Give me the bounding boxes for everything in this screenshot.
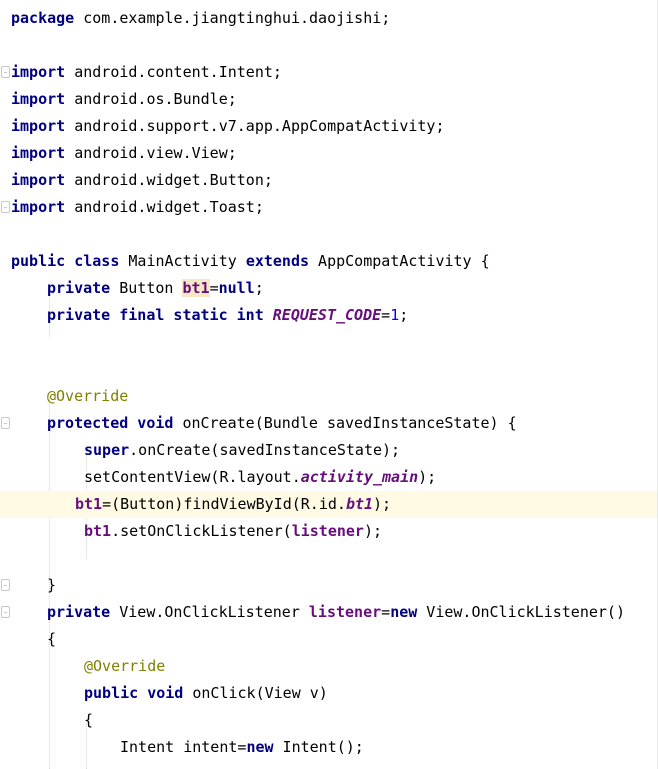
method-call-end: );	[373, 495, 392, 513]
keyword: import	[11, 63, 66, 81]
method-signature: onClick(View v)	[183, 684, 328, 702]
keyword: import	[11, 171, 66, 189]
package-name: com.example.jiangtinghui.daojishi;	[74, 9, 391, 27]
keyword: private final static int	[47, 306, 264, 324]
import-path: android.widget.Toast;	[65, 198, 264, 216]
superclass: AppCompatActivity {	[309, 252, 490, 270]
constructor-call: View.OnClickListener()	[417, 603, 625, 621]
import-path: android.os.Bundle;	[65, 90, 237, 108]
brace: {	[84, 711, 94, 729]
static-field-name: bt1	[345, 495, 374, 513]
semicolon: ;	[399, 306, 409, 324]
code-line-annotation[interactable]: @Override	[0, 653, 658, 680]
import-path: android.widget.Button;	[65, 171, 273, 189]
semicolon: ;	[254, 279, 264, 297]
method-call: setContentView(R.layout.	[84, 468, 301, 486]
constructor-call: Intent();	[273, 738, 364, 756]
variable-declaration: Intent intent=	[120, 738, 247, 756]
code-line-package[interactable]: package com.example.jiangtinghui.daojish…	[0, 5, 658, 32]
keyword: private	[47, 279, 111, 297]
code-line-class-declaration[interactable]: public class MainActivity extends AppCom…	[0, 248, 658, 275]
field-type: Button	[110, 279, 183, 297]
keyword: new	[246, 738, 274, 756]
static-field-name: REQUEST_CODE	[272, 306, 382, 324]
code-line-import[interactable]: import android.widget.Button;	[0, 167, 658, 194]
method-call: =(Button)findViewById(R.id.	[102, 495, 346, 513]
code-line-set-listener[interactable]: bt1.setOnClickListener(listener);	[0, 518, 658, 545]
code-line-find-view-current[interactable]: bt1=(Button)findViewById(R.id.bt1);	[0, 491, 658, 518]
method-signature: onCreate(Bundle savedInstanceState) {	[173, 414, 517, 432]
method-call-end: );	[363, 522, 383, 540]
brace: {	[47, 630, 57, 648]
code-line-open-brace[interactable]: {	[0, 707, 658, 734]
field-name: listener	[308, 603, 382, 621]
method-call-end: );	[418, 468, 437, 486]
import-path: android.content.Intent;	[65, 63, 282, 81]
keyword: super	[84, 441, 130, 459]
code-line-listener-declaration[interactable]: private View.OnClickListener listener=ne…	[0, 599, 658, 626]
keyword: import	[11, 198, 66, 216]
code-line-import[interactable]: import android.view.View;	[0, 140, 658, 167]
operator: =	[209, 279, 219, 297]
code-line-field-request-code[interactable]: private final static int REQUEST_CODE=1;	[0, 302, 658, 329]
import-path: android.view.View;	[65, 144, 237, 162]
code-line-set-content-view[interactable]: setContentView(R.layout.activity_main);	[0, 464, 658, 491]
annotation: @Override	[47, 387, 129, 405]
code-line-onclick-declaration[interactable]: public void onClick(View v)	[0, 680, 658, 707]
number-literal: 1	[390, 306, 400, 324]
operator: =	[381, 603, 391, 621]
code-editor[interactable]: package com.example.jiangtinghui.daojish…	[0, 0, 658, 769]
operator: =	[381, 306, 391, 324]
keyword: public class	[11, 252, 120, 270]
class-name: MainActivity	[119, 252, 246, 270]
field-name: listener	[291, 522, 364, 540]
code-line-import[interactable]: import android.os.Bundle;	[0, 86, 658, 113]
keyword: null	[218, 279, 255, 297]
code-line-oncreate-declaration[interactable]: protected void onCreate(Bundle savedInst…	[0, 410, 658, 437]
code-line-close-brace[interactable]: }	[0, 572, 658, 599]
keyword: import	[11, 144, 66, 162]
keyword: import	[11, 117, 66, 135]
annotation: @Override	[84, 657, 166, 675]
code-line-super-call[interactable]: super.onCreate(savedInstanceState);	[0, 437, 658, 464]
static-field-name: activity_main	[300, 468, 419, 486]
method-call: .onCreate(savedInstanceState);	[129, 441, 401, 459]
method-call: .setOnClickListener(	[111, 522, 292, 540]
import-path: android.support.v7.app.AppCompatActivity…	[65, 117, 445, 135]
code-line-intent[interactable]: Intent intent=new Intent();	[0, 734, 658, 761]
field-type: View.OnClickListener	[110, 603, 309, 621]
code-line-import[interactable]: import android.widget.Toast;	[0, 194, 658, 221]
keyword: public void	[84, 684, 184, 702]
keyword: private	[47, 603, 111, 621]
keyword: package	[11, 9, 75, 27]
code-line-annotation[interactable]: @Override	[0, 383, 658, 410]
code-line-import[interactable]: import android.content.Intent;	[0, 59, 658, 86]
code-line-field-bt1[interactable]: private Button bt1=null;	[0, 275, 658, 302]
keyword: protected void	[47, 414, 174, 432]
keyword: extends	[245, 252, 310, 270]
keyword: new	[390, 603, 418, 621]
brace: }	[47, 576, 57, 594]
code-line-open-brace[interactable]: {	[0, 626, 658, 653]
code-line-import[interactable]: import android.support.v7.app.AppCompatA…	[0, 113, 658, 140]
field-name: bt1	[84, 522, 112, 540]
keyword: import	[11, 90, 66, 108]
field-name: bt1	[182, 279, 210, 297]
field-name: bt1	[75, 495, 103, 513]
